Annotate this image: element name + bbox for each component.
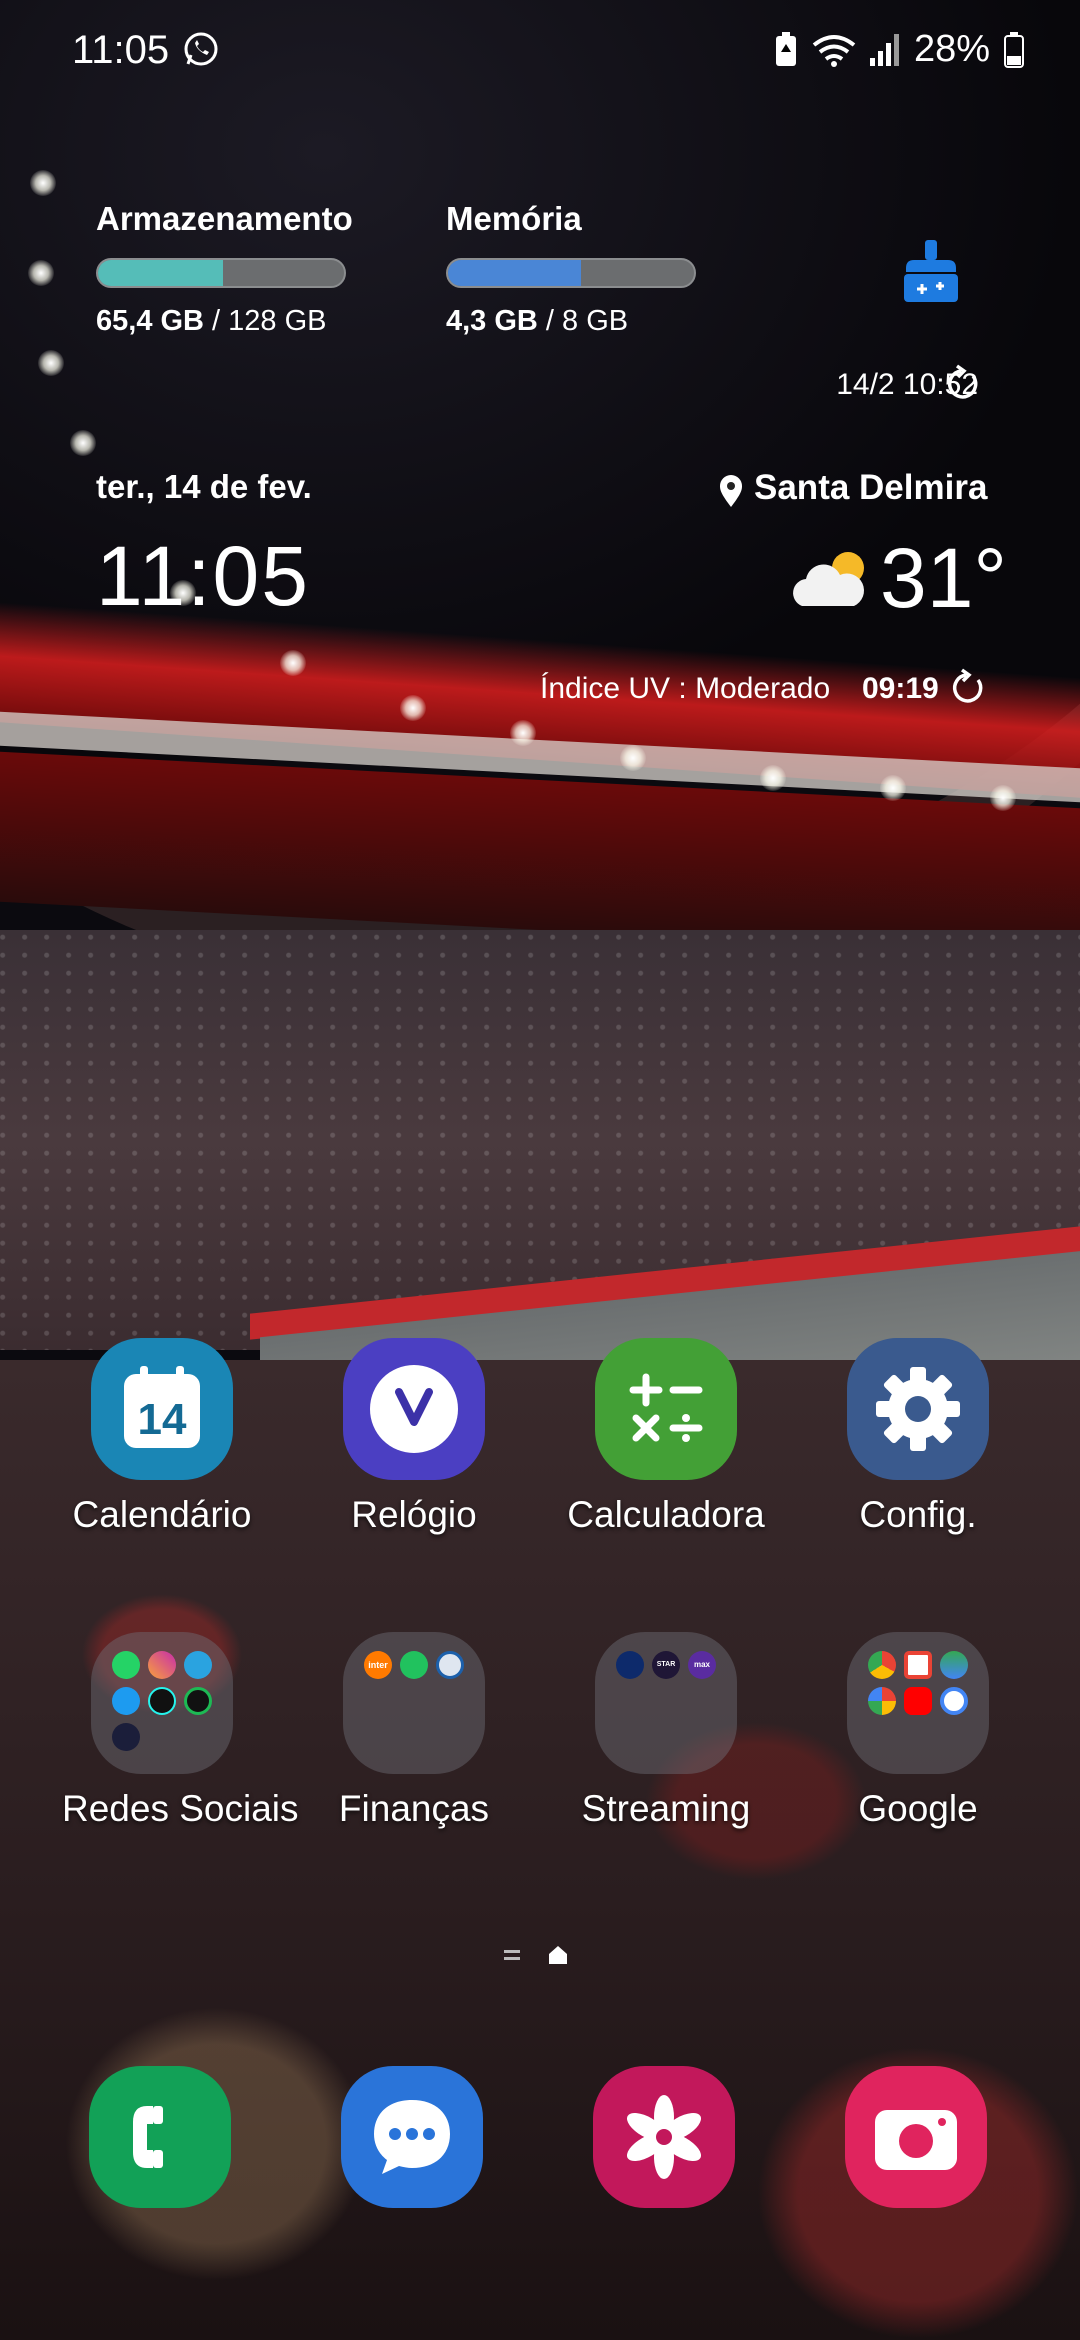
home-page-icon [549,1946,567,1964]
app-calculator[interactable]: Calculadora [566,1338,766,1536]
folder-finance[interactable]: inter Finanças [314,1632,514,1830]
stadium-light [280,650,306,676]
twitter-icon [112,1687,140,1715]
broom-icon[interactable] [896,238,966,308]
battery-percent: 28% [913,28,990,70]
storage-total: / 128 GB [204,305,327,337]
memory-bar-fill [448,260,581,286]
gmail-icon [904,1651,932,1679]
status-time: 11:05 [72,28,170,72]
hbo-max-icon: max [688,1651,716,1679]
app-icon [112,1723,140,1751]
stadium-light [990,785,1016,811]
widget-time: 11:05 [96,529,310,623]
stadium-light [70,430,96,456]
folder-icon: STAR max [595,1632,737,1774]
storage-used: 65,4 GB [96,305,204,337]
camera-icon[interactable] [845,2066,987,2208]
spotify-icon [184,1687,212,1715]
folder-icon: inter [343,1632,485,1774]
folder-google[interactable]: Google [818,1632,1018,1830]
whatsapp-icon [182,30,220,68]
folder-streaming[interactable]: STAR max Streaming [566,1632,766,1830]
inter-icon: inter [364,1651,392,1679]
instagram-icon [148,1651,176,1679]
stadium-light [620,745,646,771]
star-plus-icon: STAR [652,1651,680,1679]
disney-plus-icon [616,1651,644,1679]
wallpaper-stadium [0,0,1080,2340]
telegram-icon [184,1651,212,1679]
signal-icon [869,33,900,66]
caixa-icon [436,1651,464,1679]
stadium-light [760,765,786,791]
app-clock[interactable]: Relógio [314,1338,514,1536]
settings-gear-icon [847,1338,989,1480]
calendar-icon: 14 [91,1338,233,1480]
gallery-flower-icon[interactable] [593,2066,735,2208]
memory-label: Memória [446,200,582,237]
lens-icon [940,1687,968,1715]
storage-label: Armazenamento [96,200,353,237]
whatsapp-icon [112,1651,140,1679]
photos-icon [868,1687,896,1715]
weather-temperature: 31° [880,531,1008,625]
app-label: Calculadora [567,1494,765,1535]
app-label: Calendário [72,1494,252,1535]
refresh-icon[interactable] [948,668,988,708]
calculator-icon [595,1338,737,1480]
folder-label: Google [858,1788,978,1829]
folder-icon [91,1632,233,1774]
picpay-icon [400,1651,428,1679]
battery-saver-icon [774,31,798,68]
folder-label: Finanças [338,1788,490,1829]
chrome-icon [868,1651,896,1679]
folder-social[interactable]: Redes Sociais [62,1632,299,1830]
app-label: Config. [859,1494,977,1535]
app-calendar[interactable]: 14 Calendário [62,1338,262,1536]
stadium-light [38,350,64,376]
stadium-light [28,260,54,286]
maps-icon [940,1651,968,1679]
memory-value: 4,3 GB / 8 GB [446,305,628,338]
status-icons: 28% [774,28,1024,71]
folder-icon [847,1632,989,1774]
messages-icon[interactable] [341,2066,483,2208]
stadium-light [510,720,536,746]
storage-value: 65,4 GB / 128 GB [96,305,327,338]
clock-icon [343,1338,485,1480]
weather-updated-time: 09:19 [862,672,939,705]
stadium-light [30,170,56,196]
phone-icon[interactable] [89,2066,231,2208]
memory-used: 4,3 GB [446,305,538,337]
memory-bar [446,258,696,288]
weather-location: Santa Delmira [754,468,988,507]
app-label: Relógio [351,1494,477,1535]
folder-label: Redes Sociais [62,1788,299,1829]
tiktok-icon [148,1687,176,1715]
folder-label: Streaming [581,1788,751,1829]
stadium-light [880,775,906,801]
page-indicator[interactable] [500,1940,580,1970]
storage-bar [96,258,346,288]
partly-cloudy-icon [790,548,880,608]
uv-index: Índice UV : Moderado [540,672,831,705]
status-bar[interactable]: 11:05 28% [0,0,1080,104]
widget-date: ter., 14 de fev. [96,468,312,505]
battery-icon [1004,31,1024,68]
memory-total: / 8 GB [537,305,629,337]
app-settings[interactable]: Config. [818,1338,1018,1536]
storage-bar-fill [98,260,224,286]
stadium-light [400,695,426,721]
wifi-icon [812,33,856,67]
refresh-icon[interactable] [943,364,983,404]
youtube-icon [904,1687,932,1715]
location-pin-icon [716,474,746,508]
calendar-day-number: 14 [138,1395,187,1444]
